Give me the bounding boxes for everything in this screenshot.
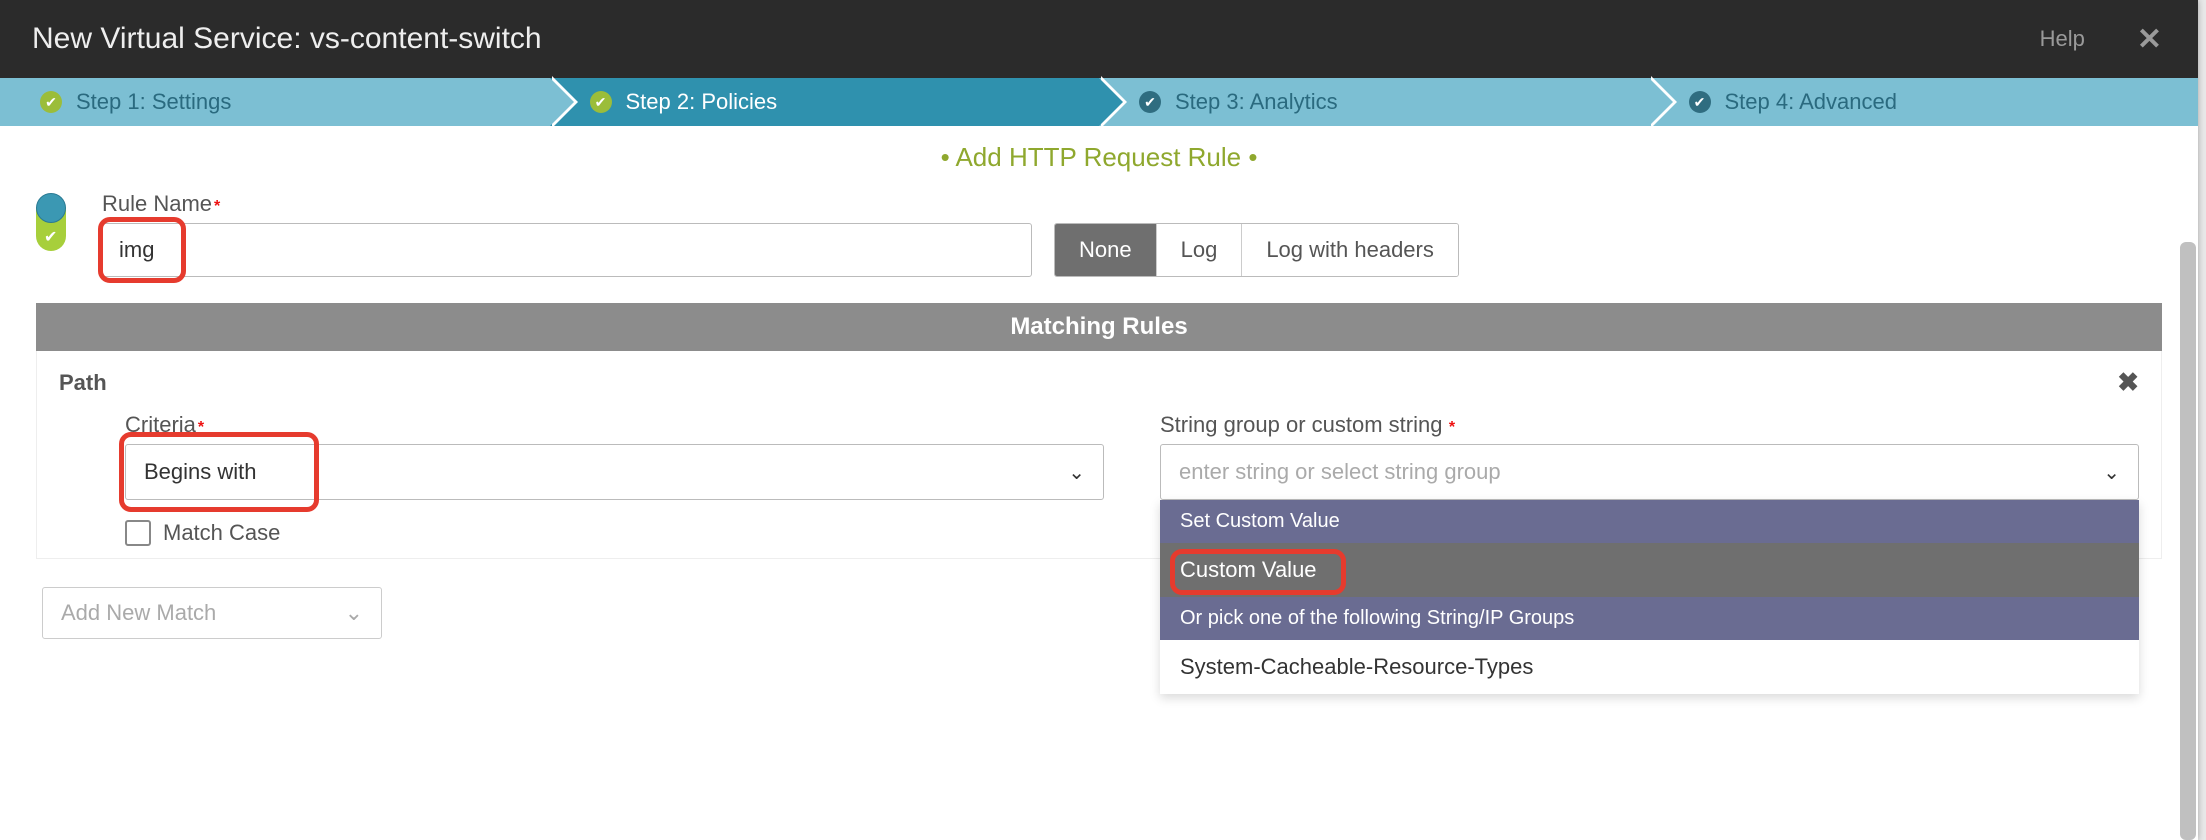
rule-name-label: Rule Name — [102, 191, 212, 216]
log-option-group: None Log Log with headers — [1054, 223, 1459, 277]
criteria-value: Begins with — [144, 459, 257, 485]
criteria-select[interactable]: Begins with ⌄ — [125, 444, 1104, 500]
string-group-input[interactable] — [1179, 459, 2026, 485]
step-label: Step 2: Policies — [626, 89, 778, 115]
chevron-down-icon: ⌄ — [1068, 460, 1085, 485]
required-icon: * — [214, 198, 220, 215]
log-option-none[interactable]: None — [1055, 224, 1157, 276]
log-option-log[interactable]: Log — [1157, 224, 1243, 276]
close-icon[interactable]: ✕ — [2125, 22, 2174, 57]
wizard-steps: ✔ Step 1: Settings ✔ Step 2: Policies ✔ … — [0, 78, 2198, 126]
check-icon: ✔ — [1139, 91, 1161, 113]
string-group-select[interactable]: ⌄ — [1160, 444, 2139, 500]
matching-rule-panel: Path ✖ Criteria* Begins with ⌄ — [36, 351, 2162, 559]
check-icon: ✔ — [1689, 91, 1711, 113]
chevron-down-icon: ⌄ — [2103, 460, 2120, 485]
match-case-label: Match Case — [163, 520, 280, 546]
step-label: Step 3: Analytics — [1175, 89, 1338, 115]
check-icon: ✔ — [40, 91, 62, 113]
scrollbar[interactable] — [2180, 242, 2196, 840]
modal-body: • Add HTTP Request Rule • ✔ Rule Name* — [0, 126, 2198, 840]
modal-new-virtual-service: New Virtual Service: vs-content-switch H… — [0, 0, 2198, 840]
dropdown-item-label: Custom Value — [1180, 557, 1317, 582]
add-new-match-label: Add New Match — [61, 600, 216, 626]
dropdown-section-header: Set Custom Value — [1160, 500, 2139, 543]
criteria-label: Criteria — [125, 412, 196, 437]
modal-title: New Virtual Service: vs-content-switch — [32, 22, 2040, 56]
help-link[interactable]: Help — [2040, 26, 2085, 52]
step-settings[interactable]: ✔ Step 1: Settings — [0, 78, 550, 126]
chevron-down-icon: ⌄ — [345, 600, 363, 626]
check-icon: ✔ — [590, 91, 612, 113]
rule-enable-toggle[interactable]: ✔ — [36, 195, 70, 251]
log-option-log-headers[interactable]: Log with headers — [1242, 224, 1458, 276]
add-new-match-select[interactable]: Add New Match ⌄ — [42, 587, 382, 639]
string-group-label: String group or custom string — [1160, 412, 1442, 437]
match-case-checkbox[interactable] — [125, 520, 151, 546]
step-label: Step 4: Advanced — [1725, 89, 1897, 115]
step-advanced[interactable]: ✔ Step 4: Advanced — [1649, 78, 2199, 126]
modal-header: New Virtual Service: vs-content-switch H… — [0, 0, 2198, 78]
rule-form: ✔ Rule Name* None Log Log with headers — [0, 191, 2198, 639]
string-group-dropdown: Set Custom Value Custom Value Or pick on… — [1160, 500, 2139, 694]
matching-rules-header: Matching Rules — [36, 303, 2162, 351]
rule-name-input[interactable] — [102, 223, 1032, 277]
step-policies[interactable]: ✔ Step 2: Policies — [550, 78, 1100, 126]
dropdown-item-custom-value[interactable]: Custom Value — [1160, 543, 2139, 597]
required-icon: * — [1449, 419, 1455, 436]
required-icon: * — [198, 419, 204, 436]
dropdown-section-header: Or pick one of the following String/IP G… — [1160, 597, 2139, 640]
step-analytics[interactable]: ✔ Step 3: Analytics — [1099, 78, 1649, 126]
step-label: Step 1: Settings — [76, 89, 231, 115]
remove-match-icon[interactable]: ✖ — [2117, 367, 2139, 398]
dropdown-item-string-group[interactable]: System-Cacheable-Resource-Types — [1160, 640, 2139, 694]
match-type-label: Path — [59, 370, 107, 396]
add-rule-heading: • Add HTTP Request Rule • — [0, 136, 2198, 191]
